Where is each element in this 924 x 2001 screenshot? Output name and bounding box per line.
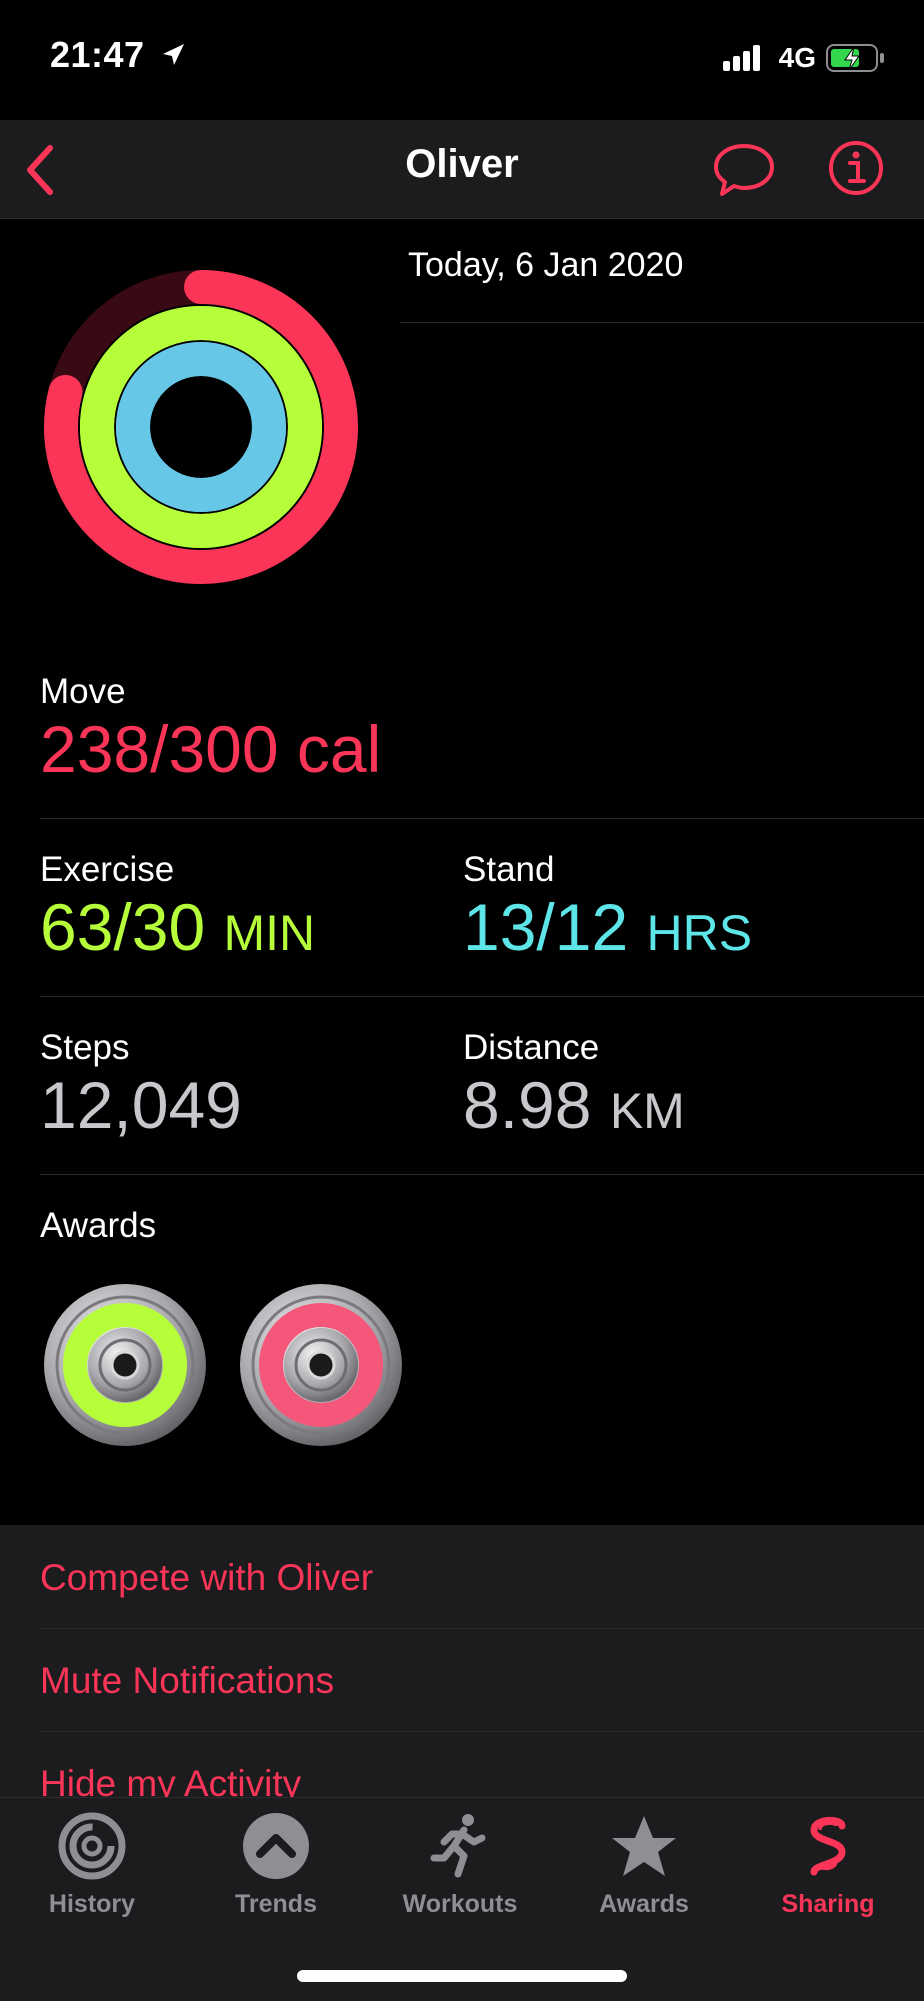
- stand-value: 13/12 HRS: [463, 894, 752, 966]
- status-time-text: 21:47: [50, 34, 145, 75]
- navigation-bar: Oliver: [0, 120, 924, 219]
- tab-awards[interactable]: Awards: [552, 1798, 736, 1919]
- divider: [40, 1731, 924, 1732]
- info-icon[interactable]: [826, 138, 886, 198]
- exercise-award-medal[interactable]: [42, 1282, 208, 1448]
- divider: [40, 818, 924, 819]
- awards-label: Awards: [40, 1206, 157, 1245]
- tab-history-label: History: [48, 1890, 136, 1918]
- signal-icon: [722, 45, 763, 71]
- divider: [400, 322, 924, 323]
- stand-unit: HRS: [646, 905, 753, 961]
- stand-value-number: 13/12: [463, 890, 629, 964]
- stand-ring: [116, 342, 286, 512]
- stand-label: Stand: [463, 850, 555, 889]
- distance-value-number: 8.98: [463, 1068, 592, 1142]
- steps-label: Steps: [40, 1028, 130, 1067]
- home-indicator: [297, 1970, 627, 1982]
- tab-workouts[interactable]: Workouts: [368, 1798, 552, 1919]
- exercise-label: Exercise: [40, 850, 175, 889]
- move-label: Move: [40, 672, 126, 711]
- distance-unit: KM: [609, 1083, 685, 1139]
- page-title: Oliver: [405, 142, 519, 186]
- trends-chevron-icon: [243, 1813, 309, 1879]
- divider: [40, 1174, 924, 1175]
- tab-workouts-label: Workouts: [402, 1890, 518, 1918]
- distance-value: 8.98 KM: [463, 1072, 685, 1144]
- compete-button[interactable]: Compete with Oliver: [40, 1557, 373, 1599]
- tab-trends[interactable]: Trends: [184, 1798, 368, 1919]
- status-time: 21:47: [50, 34, 187, 76]
- tab-trends-label: Trends: [235, 1890, 317, 1918]
- divider: [40, 996, 924, 997]
- exercise-value: 63/30 MIN: [40, 894, 315, 966]
- activity-rings: [44, 270, 358, 584]
- message-bubble-icon[interactable]: [712, 138, 776, 202]
- tab-sharing[interactable]: Sharing: [736, 1798, 920, 1919]
- distance-label: Distance: [463, 1028, 600, 1067]
- mute-notifications-button[interactable]: Mute Notifications: [40, 1660, 334, 1702]
- steps-value: 12,049: [40, 1068, 242, 1142]
- tab-awards-label: Awards: [599, 1890, 689, 1918]
- awards-star-icon: [612, 1816, 676, 1876]
- divider: [40, 1628, 924, 1629]
- location-arrow-icon: [163, 44, 185, 65]
- sharing-icon: [810, 1817, 846, 1876]
- move-value: 238/300 cal: [40, 712, 382, 786]
- date-label: Today, 6 Jan 2020: [408, 246, 684, 284]
- exercise-unit: MIN: [223, 905, 316, 961]
- network-label: 4G: [778, 42, 816, 73]
- running-figure-icon: [430, 1814, 486, 1878]
- history-rings-icon: [58, 1812, 126, 1880]
- battery-charging-icon: [826, 44, 884, 72]
- move-award-medal[interactable]: [238, 1282, 404, 1448]
- status-indicators: 4G: [722, 40, 886, 76]
- exercise-value-number: 63/30: [40, 890, 206, 964]
- tab-sharing-label: Sharing: [781, 1890, 875, 1918]
- tab-history[interactable]: History: [0, 1798, 184, 1919]
